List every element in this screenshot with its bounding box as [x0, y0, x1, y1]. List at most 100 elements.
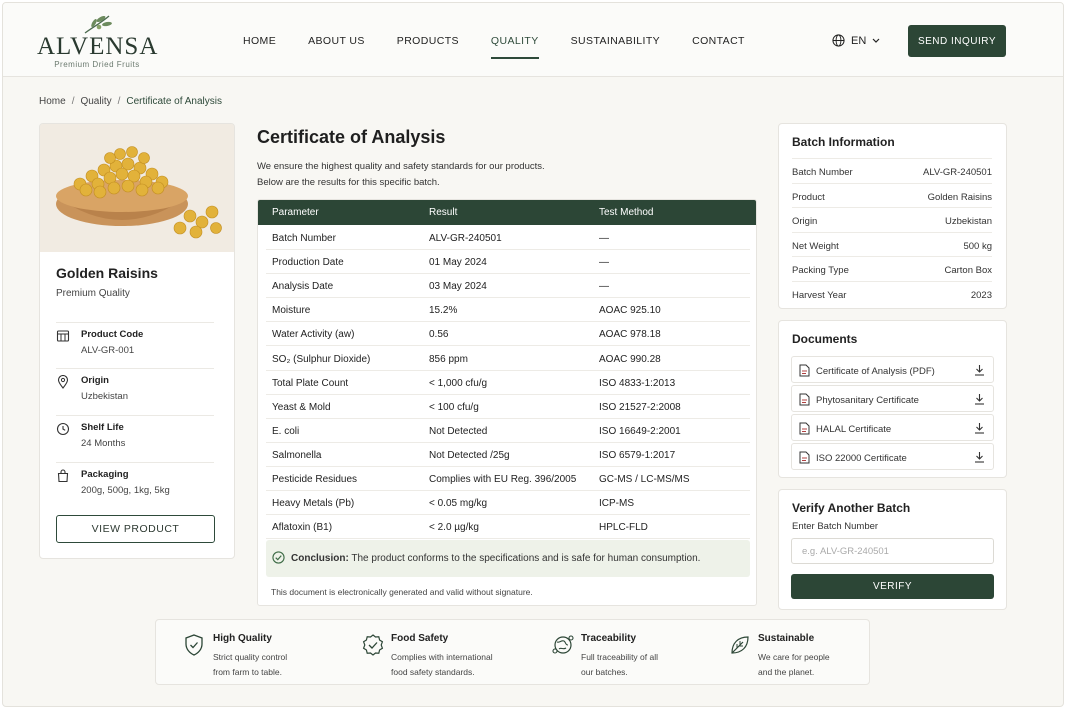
nav-sustainability[interactable]: SUSTAINABILITY	[571, 35, 660, 47]
table-row: Yeast & Mold < 100 cfu/g ISO 21527-2:2008	[266, 395, 750, 419]
cell-result: 0.56	[429, 329, 449, 341]
shopping-bag-icon	[57, 469, 69, 483]
cell-test-method: —	[599, 233, 609, 244]
feature-text: We care for people	[758, 652, 830, 662]
pdf-file-icon	[799, 393, 810, 406]
nav-contact[interactable]: CONTACT	[692, 35, 745, 47]
spec-value: 24 Months	[81, 438, 126, 449]
chevron-down-icon	[872, 38, 880, 43]
batch-information-title: Batch Information	[792, 135, 895, 149]
send-inquiry-button[interactable]: SEND INQUIRY	[908, 25, 1006, 57]
feature-high-quality: High Quality Strict quality control from …	[183, 620, 343, 684]
spec-value: Uzbekistan	[81, 391, 128, 402]
cell-test-method: —	[599, 257, 609, 269]
batch-info-key: Harvest Year	[792, 289, 847, 301]
feature-text: Strict quality control	[213, 652, 288, 662]
cell-result: ALV-GR-240501	[429, 233, 502, 244]
shield-check-icon	[185, 634, 203, 656]
breadcrumb-quality[interactable]: Quality	[80, 96, 111, 107]
feature-traceability: Traceability Full traceability of all our…	[551, 620, 711, 684]
language-selector[interactable]: EN	[832, 34, 880, 47]
spec-packaging: Packaging 200g, 500g, 1kg, 5kg	[56, 462, 214, 508]
verify-batch-panel: Verify Another Batch Enter Batch Number …	[778, 489, 1007, 610]
table-row: Salmonella Not Detected /25g ISO 6579-1:20…	[266, 443, 750, 467]
feature-text: food safety standards.	[391, 667, 475, 677]
document-item[interactable]: Certificate of Analysis (PDF)	[791, 356, 994, 383]
feature-title: Sustainable	[758, 633, 815, 644]
clock-icon	[56, 422, 70, 436]
nav-about-us[interactable]: ABOUT US	[308, 35, 365, 47]
table-row: Total Plate Count < 1,000 cfu/g ISO 4833-1…	[266, 371, 750, 395]
cell-result: 03 May 2024	[429, 281, 487, 293]
document-item[interactable]: HALAL Certificate	[791, 414, 994, 441]
batch-information-panel: Batch Information Batch Number ALV-GR-240…	[778, 123, 1007, 309]
feature-title: Traceability	[581, 633, 637, 644]
cell-parameter: Water Activity (aw)	[272, 329, 355, 341]
spec-label: Origin	[81, 375, 109, 386]
document-label: Phytosanitary Certificate	[816, 395, 919, 406]
table-row: E. coli Not Detected ISO 16649-2:2001	[266, 419, 750, 443]
table-row: Moisture 15.2% AOAC 925.10	[266, 298, 750, 323]
batch-info-value: Uzbekistan	[945, 216, 992, 227]
main-nav: HOME ABOUT US PRODUCTS QUALITY SUSTAINAB…	[243, 35, 777, 59]
conclusion-banner: Conclusion: The product conforms to the …	[266, 540, 750, 577]
badge-check-icon	[362, 634, 384, 656]
location-pin-icon	[57, 375, 69, 389]
cell-parameter: Yeast & Mold	[272, 401, 331, 413]
cell-parameter: Moisture	[272, 305, 311, 317]
document-item[interactable]: ISO 22000 Certificate	[791, 443, 994, 470]
brand-logo[interactable]: ALVENSA Premium Dried Fruits	[37, 13, 157, 69]
check-circle-icon	[272, 551, 285, 564]
view-product-button[interactable]: VIEW PRODUCT	[56, 515, 215, 543]
globe-icon	[832, 34, 845, 47]
download-icon[interactable]	[974, 422, 985, 434]
language-label: EN	[851, 34, 867, 47]
feature-text: and the planet.	[758, 667, 815, 677]
verify-button[interactable]: VERIFY	[791, 574, 994, 599]
nav-home[interactable]: HOME	[243, 35, 276, 47]
cell-parameter: Pesticide Residues	[272, 474, 358, 485]
cell-test-method: AOAC 990.28	[599, 353, 661, 365]
batch-info-row: Packing Type Carton Box	[792, 256, 992, 280]
feature-title: Food Safety	[391, 633, 449, 644]
intro-line: We ensure the highest quality and safety…	[257, 161, 545, 172]
spec-origin: Origin Uzbekistan	[56, 368, 214, 415]
pdf-file-icon	[799, 364, 810, 377]
batch-info-key: Product	[792, 191, 825, 203]
download-icon[interactable]	[974, 451, 985, 463]
barcode-icon	[56, 330, 70, 342]
nav-quality[interactable]: QUALITY	[490, 35, 539, 59]
pdf-file-icon	[799, 422, 810, 435]
pdf-file-icon	[799, 451, 810, 464]
product-card: Golden Raisins Premium Quality Product C…	[39, 123, 235, 559]
table-row: Heavy Metals (Pb) < 0.05 mg/kg ICP-MS	[266, 491, 750, 516]
product-name: Golden Raisins	[56, 265, 158, 281]
documents-panel: Documents Certificate of Analysis (PDF) P…	[778, 320, 1007, 478]
cell-result: 856 ppm	[429, 353, 468, 365]
column-header-test-method: Test Method	[599, 207, 654, 218]
brand-tagline: Premium Dried Fruits	[54, 60, 140, 69]
table-row: Pesticide Residues Complies with EU Reg. …	[266, 467, 750, 491]
table-row: Aflatoxin (B1) < 2.0 µg/kg HPLC-FLD	[266, 515, 750, 540]
batch-info-key: Batch Number	[792, 167, 853, 178]
column-header-result: Result	[429, 207, 458, 218]
batch-info-row: Harvest Year 2023	[792, 280, 992, 305]
table-header: Parameter Result Test Method	[258, 200, 756, 225]
document-item[interactable]: Phytosanitary Certificate	[791, 385, 994, 412]
spec-value: 200g, 500g, 1kg, 5kg	[81, 485, 170, 496]
download-icon[interactable]	[974, 393, 985, 405]
nav-products[interactable]: PRODUCTS	[397, 35, 459, 47]
batch-info-value: 500 kg	[963, 240, 992, 252]
batch-number-input[interactable]	[791, 538, 994, 564]
batch-info-row: Origin Uzbekistan	[792, 207, 992, 231]
breadcrumb-home[interactable]: Home	[39, 96, 66, 107]
documents-title: Documents	[792, 332, 858, 346]
brand-name: ALVENSA	[37, 33, 159, 60]
spec-label: Product Code	[81, 329, 144, 340]
document-label: HALAL Certificate	[816, 424, 892, 435]
product-image	[40, 124, 234, 252]
globe-trace-icon	[552, 635, 574, 654]
cell-test-method: HPLC-FLD	[599, 522, 648, 534]
download-icon[interactable]	[974, 364, 985, 376]
cell-parameter: Production Date	[272, 257, 344, 269]
